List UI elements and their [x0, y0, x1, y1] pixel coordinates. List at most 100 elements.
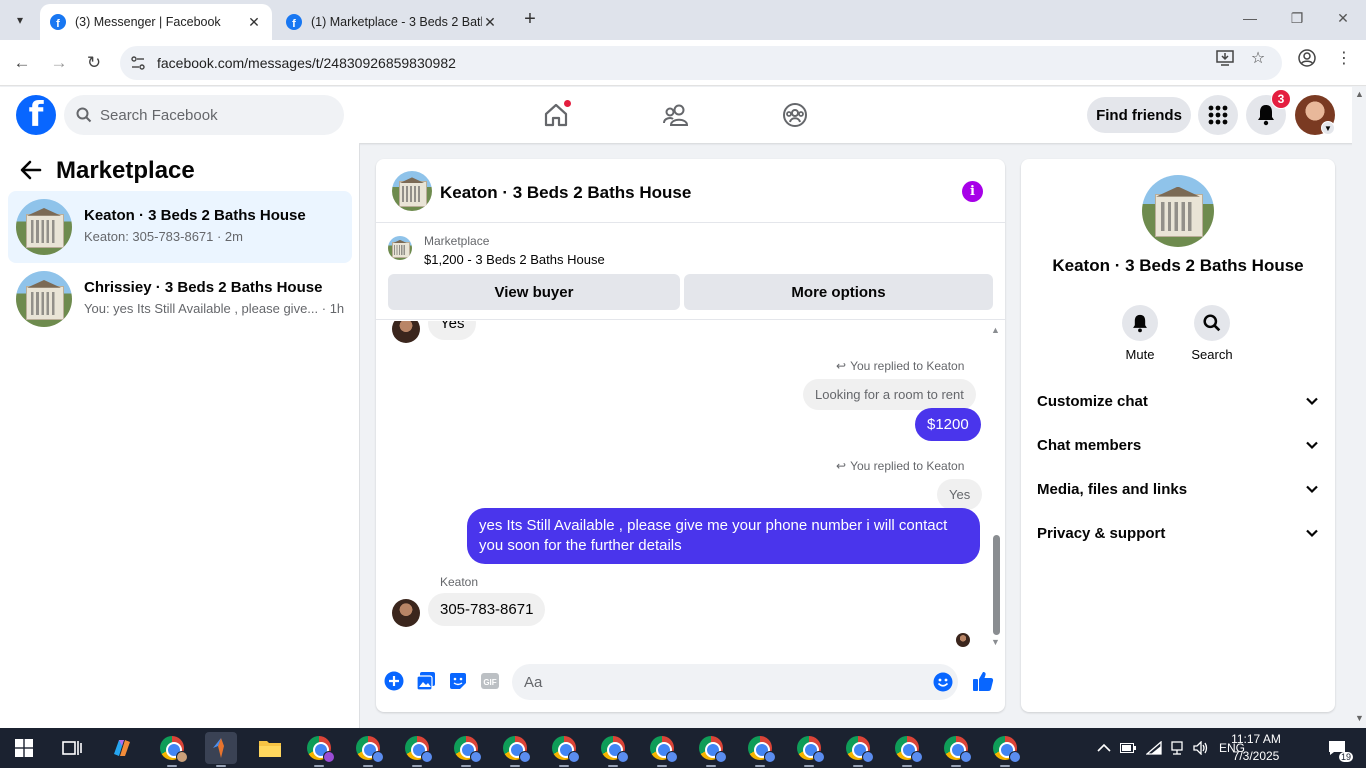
message-list: Yes ↩ You replied to Keaton Looking for …: [376, 321, 1005, 649]
friends-icon[interactable]: [660, 99, 692, 131]
chrome-profile-icon[interactable]: [891, 732, 923, 767]
facebook-search[interactable]: [64, 95, 344, 135]
tab-title: (3) Messenger | Facebook: [75, 15, 221, 29]
chrome-profile-icon[interactable]: [744, 732, 776, 767]
conversation-preview: You: yes Its Still Available , please gi…: [84, 301, 345, 316]
network-icon[interactable]: [1170, 728, 1184, 768]
chrome-profile-icon[interactable]: [695, 732, 727, 767]
search-button[interactable]: Search: [1182, 305, 1242, 362]
chrome-profile-icon[interactable]: [450, 732, 482, 767]
chat-members-row[interactable]: Chat members: [1029, 425, 1327, 465]
clock-time: 11:17 AM: [1231, 732, 1281, 746]
chrome-icon[interactable]: [156, 732, 188, 767]
gif-icon[interactable]: GIF: [480, 671, 500, 691]
info-icon[interactable]: i: [962, 181, 983, 202]
chrome-profile-icon[interactable]: [352, 732, 384, 767]
scroll-down-icon[interactable]: ▼: [991, 637, 1000, 647]
search-input[interactable]: [100, 106, 320, 124]
tab-messenger[interactable]: f (3) Messenger | Facebook ✕: [40, 4, 272, 40]
site-settings-icon[interactable]: [130, 55, 146, 71]
close-icon[interactable]: ✕: [482, 14, 498, 31]
task-view-icon[interactable]: [56, 732, 88, 764]
chrome-profile-icon[interactable]: [401, 732, 433, 767]
install-app-icon[interactable]: [1215, 48, 1235, 68]
chrome-profile-icon[interactable]: [940, 732, 972, 767]
menu-grid-icon[interactable]: [1198, 95, 1238, 135]
bookmark-star-icon[interactable]: ☆: [1248, 48, 1268, 68]
restore-icon[interactable]: ❐: [1287, 10, 1307, 27]
back-icon[interactable]: ←: [11, 52, 33, 74]
address-bar[interactable]: facebook.com/messages/t/2483092685983098…: [120, 46, 1282, 80]
notification-badge: 3: [1271, 89, 1291, 109]
house-thumbnail[interactable]: [392, 171, 432, 211]
sticker-icon[interactable]: [448, 671, 468, 691]
window-close-icon[interactable]: ✕: [1333, 10, 1353, 27]
tab-marketplace[interactable]: f (1) Marketplace - 3 Beds 2 Bath ✕: [276, 4, 508, 40]
minimize-icon[interactable]: —: [1240, 10, 1260, 26]
tab-search-chevron-icon[interactable]: ▾: [8, 8, 32, 32]
browser-menu-icon[interactable]: ⋮: [1334, 48, 1354, 68]
profile-icon[interactable]: [1297, 48, 1317, 68]
chrome-profile-icon[interactable]: [303, 732, 335, 767]
volume-icon[interactable]: [1193, 728, 1209, 768]
copilot-icon[interactable]: [106, 732, 138, 764]
conversation-item[interactable]: Keaton · 3 Beds 2 Baths House Keaton: 30…: [8, 191, 352, 263]
back-arrow-icon[interactable]: [20, 159, 42, 181]
new-tab-button[interactable]: +: [520, 9, 540, 30]
facebook-favicon-icon: f: [50, 14, 66, 30]
battery-icon[interactable]: [1120, 728, 1136, 768]
close-icon[interactable]: ✕: [246, 14, 262, 31]
row-label: Chat members: [1037, 436, 1142, 454]
scroll-up-icon[interactable]: ▲: [1355, 89, 1364, 99]
media-files-links-row[interactable]: Media, files and links: [1029, 469, 1327, 509]
chevron-down-icon[interactable]: ▼: [1321, 121, 1335, 135]
scroll-thumb[interactable]: [993, 535, 1000, 635]
chrome-profile-icon[interactable]: [989, 732, 1021, 767]
search-icon: [76, 107, 92, 123]
message-bubble-outgoing: $1200: [915, 408, 981, 441]
chrome-profile-icon[interactable]: [548, 732, 580, 767]
sidebar-title: Marketplace: [56, 157, 195, 184]
chrome-profile-icon[interactable]: [842, 732, 874, 767]
wifi-icon[interactable]: [1146, 728, 1162, 768]
groups-icon[interactable]: [779, 99, 811, 131]
notification-center-icon[interactable]: 19: [1323, 738, 1353, 762]
show-hidden-icons[interactable]: [1097, 728, 1111, 768]
thumbs-up-icon[interactable]: [972, 670, 994, 692]
avatar[interactable]: [392, 321, 420, 343]
chat-title[interactable]: Keaton · 3 Beds 2 Baths House: [440, 183, 691, 203]
system-clock[interactable]: 11:17 AM 7/3/2025: [1222, 731, 1290, 765]
message-scrollbar[interactable]: ▲ ▼: [990, 325, 1002, 649]
house-thumbnail: [388, 236, 412, 260]
page-scrollbar[interactable]: ▲ ▼: [1352, 87, 1366, 728]
forward-icon[interactable]: →: [48, 52, 70, 74]
reload-icon[interactable]: ↻: [83, 52, 105, 74]
plus-icon[interactable]: [384, 671, 404, 691]
photo-icon[interactable]: [416, 671, 436, 691]
file-explorer-icon[interactable]: [254, 732, 286, 764]
message-input[interactable]: [512, 664, 958, 700]
privacy-support-row[interactable]: Privacy & support: [1029, 513, 1327, 553]
chrome-profile-icon[interactable]: [793, 732, 825, 767]
conversation-item[interactable]: Chrissiey · 3 Beds 2 Baths House You: ye…: [8, 263, 352, 335]
chrome-profile-icon[interactable]: [499, 732, 531, 767]
browser-tabbar: ▾ f (3) Messenger | Facebook ✕ f (1) Mar…: [0, 0, 1366, 40]
view-buyer-button[interactable]: View buyer: [388, 274, 680, 310]
chrome-profile-icon[interactable]: [597, 732, 629, 767]
replied-label: ↩ You replied to Keaton: [836, 459, 965, 473]
find-friends-button[interactable]: Find friends: [1087, 97, 1191, 133]
emoji-icon[interactable]: [933, 672, 953, 692]
avatar[interactable]: [392, 599, 420, 627]
scroll-down-icon[interactable]: ▼: [1355, 713, 1364, 723]
pinned-app-icon[interactable]: [205, 732, 237, 767]
chrome-profile-icon[interactable]: [646, 732, 678, 767]
facebook-logo-icon[interactable]: f: [16, 95, 56, 135]
more-options-button[interactable]: More options: [684, 274, 993, 310]
customize-chat-row[interactable]: Customize chat: [1029, 381, 1327, 421]
windows-start-icon[interactable]: [8, 732, 40, 764]
sidebar-header: Marketplace: [0, 143, 360, 191]
mute-button[interactable]: Mute: [1110, 305, 1170, 362]
scroll-up-icon[interactable]: ▲: [991, 325, 1000, 335]
house-thumbnail: [16, 199, 72, 255]
home-icon[interactable]: [540, 99, 572, 131]
